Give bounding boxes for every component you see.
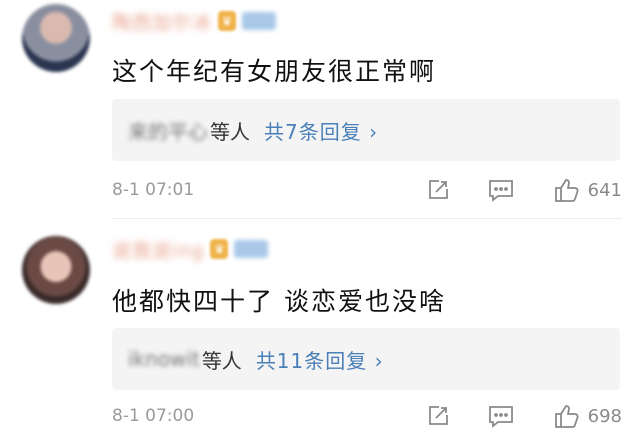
level-badge-icon <box>234 240 269 258</box>
comment-button[interactable] <box>488 178 514 202</box>
comment-item: 陶西加尔冰 ♛ 这个年纪有女朋友很正常啊 来的平心 等人 共7条回复 › 8-1… <box>0 0 640 218</box>
view-replies-link[interactable]: 共7条回复 › <box>264 116 378 145</box>
comment-icon <box>488 180 513 202</box>
comment-meta: 8-1 07:00 698 <box>112 401 622 431</box>
reply-preview[interactable]: 来的平心 等人 共7条回复 › <box>112 99 620 161</box>
like-button[interactable]: 641 <box>554 177 622 203</box>
reply-preview[interactable]: iknowit 等人 共11条回复 › <box>112 328 620 390</box>
comment-text: 这个年纪有女朋友很正常啊 <box>112 57 437 86</box>
timestamp: 8-1 07:01 <box>112 180 195 200</box>
repost-button[interactable] <box>426 404 450 428</box>
level-badge-icon <box>242 12 277 30</box>
like-button[interactable]: 698 <box>554 403 622 429</box>
thumbs-up-icon <box>554 405 579 428</box>
vip-badge-icon: ♛ <box>210 239 229 259</box>
comment-icon <box>488 406 513 428</box>
avatar[interactable] <box>22 4 90 72</box>
like-count: 698 <box>587 405 622 427</box>
comment-meta: 8-1 07:01 641 <box>112 175 622 205</box>
reply-suffix: 等人 <box>201 348 242 373</box>
nickname-row: 说我说ing ♛ <box>112 236 269 263</box>
edit-icon <box>428 406 448 425</box>
repost-button[interactable] <box>426 178 450 202</box>
edit-icon <box>428 180 448 199</box>
reply-suffix: 等人 <box>210 119 250 144</box>
thumbs-up-icon <box>554 179 579 202</box>
nickname[interactable]: 陶西加尔冰 <box>112 8 212 35</box>
comment-text: 他都快四十了 谈恋爱也没啥 <box>112 287 446 316</box>
view-replies-link[interactable]: 共11条回复 › <box>256 345 384 374</box>
reply-names: 来的平心 <box>128 119 208 144</box>
nickname[interactable]: 说我说ing <box>112 236 204 263</box>
reply-names: iknowit <box>128 347 200 371</box>
comment-button[interactable] <box>488 404 514 428</box>
avatar[interactable] <box>22 236 90 304</box>
comment-item: 说我说ing ♛ 他都快四十了 谈恋爱也没啥 iknowit 等人 共11条回复… <box>0 218 640 437</box>
like-count: 641 <box>587 179 622 201</box>
timestamp: 8-1 07:00 <box>112 406 195 426</box>
nickname-row: 陶西加尔冰 ♛ <box>112 8 277 35</box>
vip-badge-icon: ♛ <box>218 11 237 31</box>
